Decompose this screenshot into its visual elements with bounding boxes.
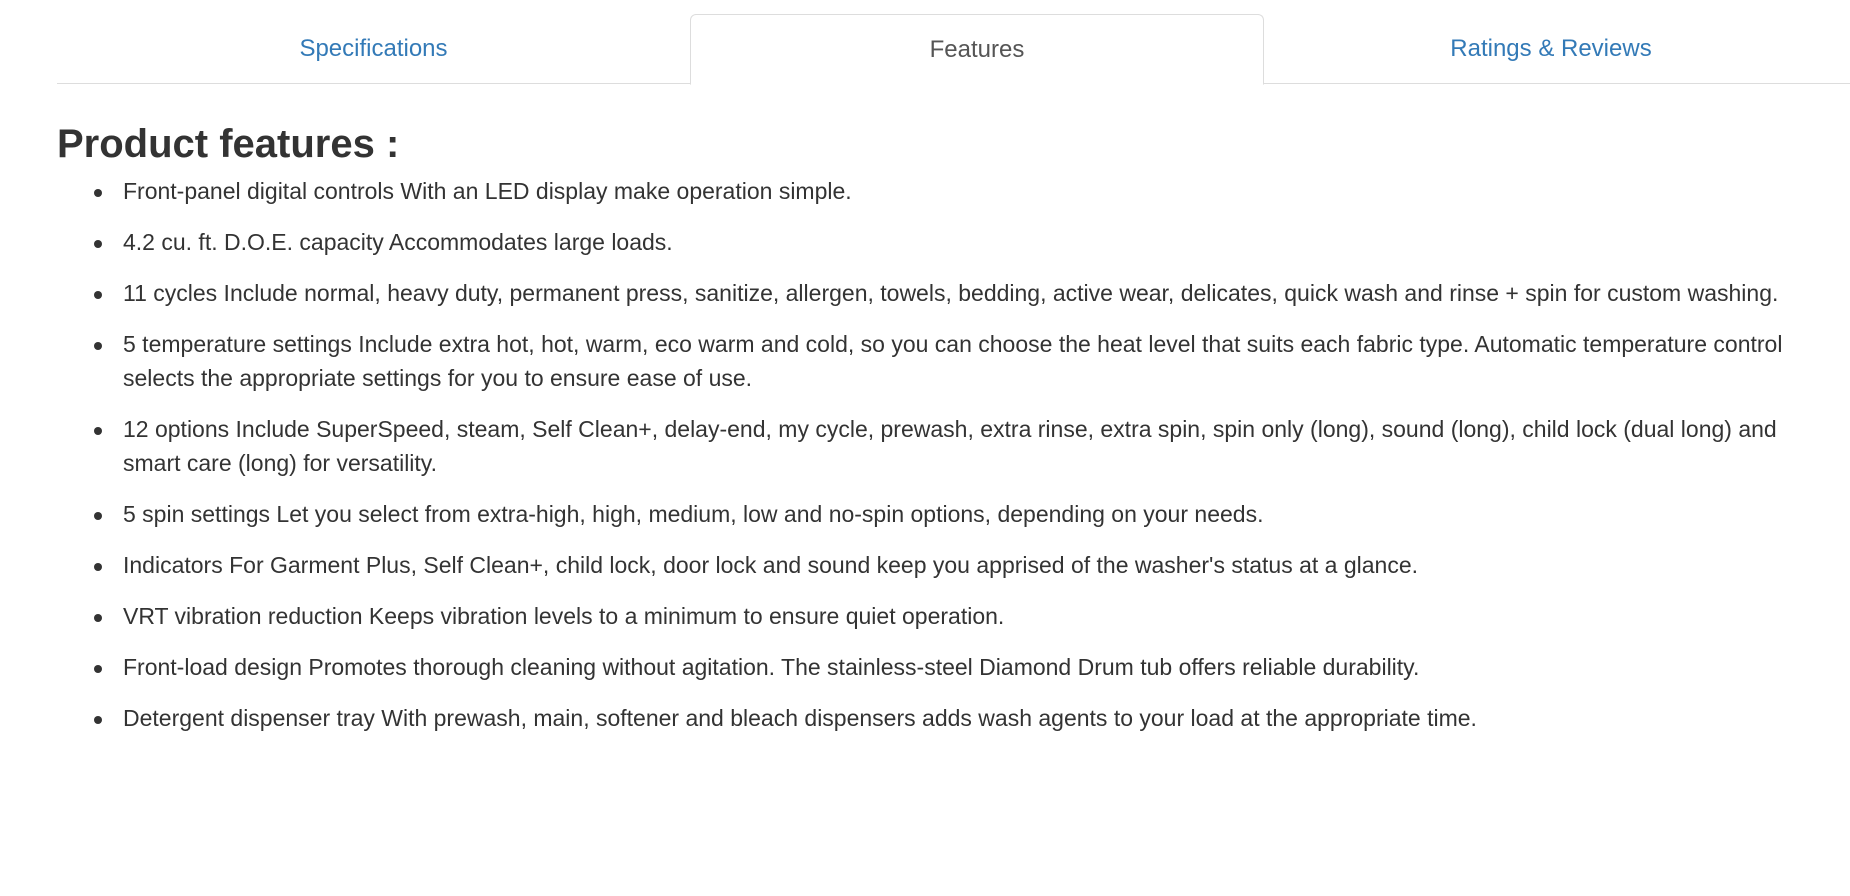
feature-list: Front-panel digital controls With an LED… (57, 174, 1827, 735)
features-panel: Product features : Front-panel digital c… (57, 120, 1827, 752)
feature-item: 5 spin settings Let you select from extr… (94, 497, 1827, 531)
feature-item: Detergent dispenser tray With prewash, m… (94, 701, 1827, 735)
tab-specifications[interactable]: Specifications (57, 14, 690, 84)
feature-item: Front-load design Promotes thorough clea… (94, 650, 1827, 684)
tab-features[interactable]: Features (690, 14, 1264, 85)
tab-bar: Specifications Features Ratings & Review… (57, 14, 1850, 85)
section-title: Product features : (57, 122, 400, 166)
feature-item: Front-panel digital controls With an LED… (94, 174, 1827, 208)
feature-item: 4.2 cu. ft. D.O.E. capacity Accommodates… (94, 225, 1827, 259)
feature-item: VRT vibration reduction Keeps vibration … (94, 599, 1827, 633)
feature-item: 12 options Include SuperSpeed, steam, Se… (94, 412, 1827, 480)
page: Specifications Features Ratings & Review… (0, 0, 1850, 896)
feature-item: 11 cycles Include normal, heavy duty, pe… (94, 276, 1827, 310)
tab-ratings-reviews[interactable]: Ratings & Reviews (1264, 14, 1838, 84)
feature-item: 5 temperature settings Include extra hot… (94, 327, 1827, 395)
feature-item: Indicators For Garment Plus, Self Clean+… (94, 548, 1827, 582)
